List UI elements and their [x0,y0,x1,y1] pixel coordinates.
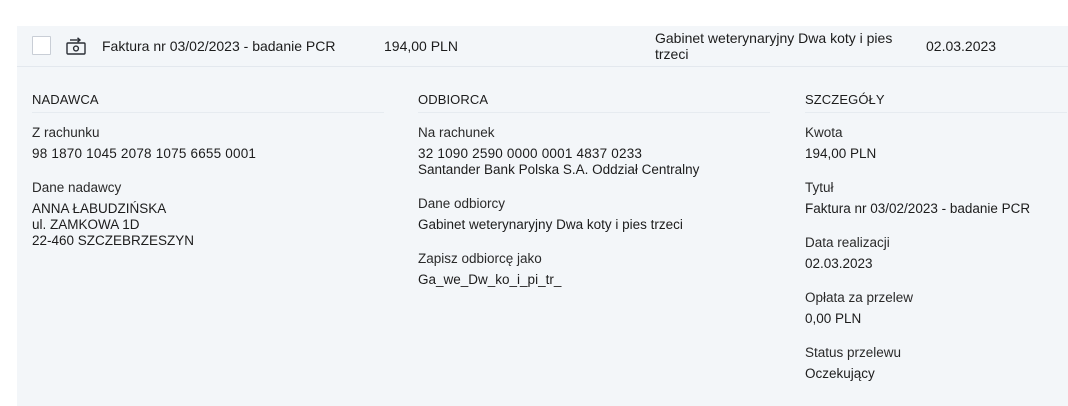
details-date-field: Data realizacji 02.03.2023 [805,235,1067,272]
details-amount-field: Kwota 194,00 PLN [805,125,1067,162]
sender-data-field: Dane nadawcy ANNA ŁABUDZIŃSKA ul. ZAMKOW… [32,180,384,249]
transaction-title: Faktura nr 03/02/2023 - badanie PCR [102,38,336,54]
recipient-bank: Santander Bank Polska S.A. Oddział Centr… [418,162,700,177]
select-checkbox[interactable] [32,36,51,55]
save-recipient-value: Ga_we_Dw_ko_i_pi_tr_ [418,272,562,287]
details-fee-label: Opłata za przelew [805,290,914,305]
details-title-value: Faktura nr 03/02/2023 - badanie PCR [805,201,1031,216]
transaction-amount: 194,00 PLN [384,38,458,54]
details-title-field: Tytuł Faktura nr 03/02/2023 - badanie PC… [805,180,1067,217]
details-title-label: Tytuł [805,180,834,195]
recipient-account-number: 32 1090 2590 0000 0001 4837 0233 [418,146,643,161]
details-date-value: 02.03.2023 [805,256,873,271]
transaction-row[interactable]: Faktura nr 03/02/2023 - badanie PCR 194,… [17,26,1068,67]
save-recipient-field: Zapisz odbiorcę jako Ga_we_Dw_ko_i_pi_tr… [418,251,770,288]
details-status-value: Oczekujący [805,366,875,381]
sender-data-label: Dane nadawcy [32,180,122,195]
details-amount-value: 194,00 PLN [805,146,877,161]
transaction-date: 02.03.2023 [926,38,997,54]
details-date-label: Data realizacji [805,235,890,250]
sender-header: NADAWCA [32,92,384,113]
sender-section: NADAWCA Z rachunku 98 1870 1045 2078 107… [32,92,384,249]
sender-account-label: Z rachunku [32,125,100,140]
details-status-field: Status przelewu Oczekujący [805,345,1067,382]
details-amount-label: Kwota [805,125,843,140]
sender-name: ANNA ŁABUDZIŃSKA [32,201,167,216]
sender-city: 22-460 SZCZEBRZESZYN [32,233,195,248]
sender-account-number: 98 1870 1045 2078 1075 6655 0001 [32,146,257,161]
recipient-data-label: Dane odbiorcy [418,196,506,211]
transaction-payee: Gabinet weterynaryjny Dwa koty i pies tr… [655,30,893,62]
transfer-icon [65,35,87,57]
save-recipient-label: Zapisz odbiorcę jako [418,251,542,266]
sender-street: ul. ZAMKOWA 1D [32,217,140,232]
recipient-account-label: Na rachunek [418,125,495,140]
details-section: SZCZEGÓŁY Kwota 194,00 PLN Tytuł Faktura… [805,92,1067,382]
details-status-label: Status przelewu [805,345,902,360]
transaction-details-panel: Faktura nr 03/02/2023 - badanie PCR 194,… [17,26,1068,406]
recipient-name: Gabinet weterynaryjny Dwa koty i pies tr… [418,217,683,232]
recipient-section: ODBIORCA Na rachunek 32 1090 2590 0000 0… [418,92,770,288]
details-header: SZCZEGÓŁY [805,92,1067,113]
recipient-header: ODBIORCA [418,92,770,113]
recipient-account-field: Na rachunek 32 1090 2590 0000 0001 4837 … [418,125,770,178]
recipient-data-field: Dane odbiorcy Gabinet weterynaryjny Dwa … [418,196,770,233]
details-fee-field: Opłata za przelew 0,00 PLN [805,290,1067,327]
sender-account-field: Z rachunku 98 1870 1045 2078 1075 6655 0… [32,125,384,162]
details-fee-value: 0,00 PLN [805,311,862,326]
